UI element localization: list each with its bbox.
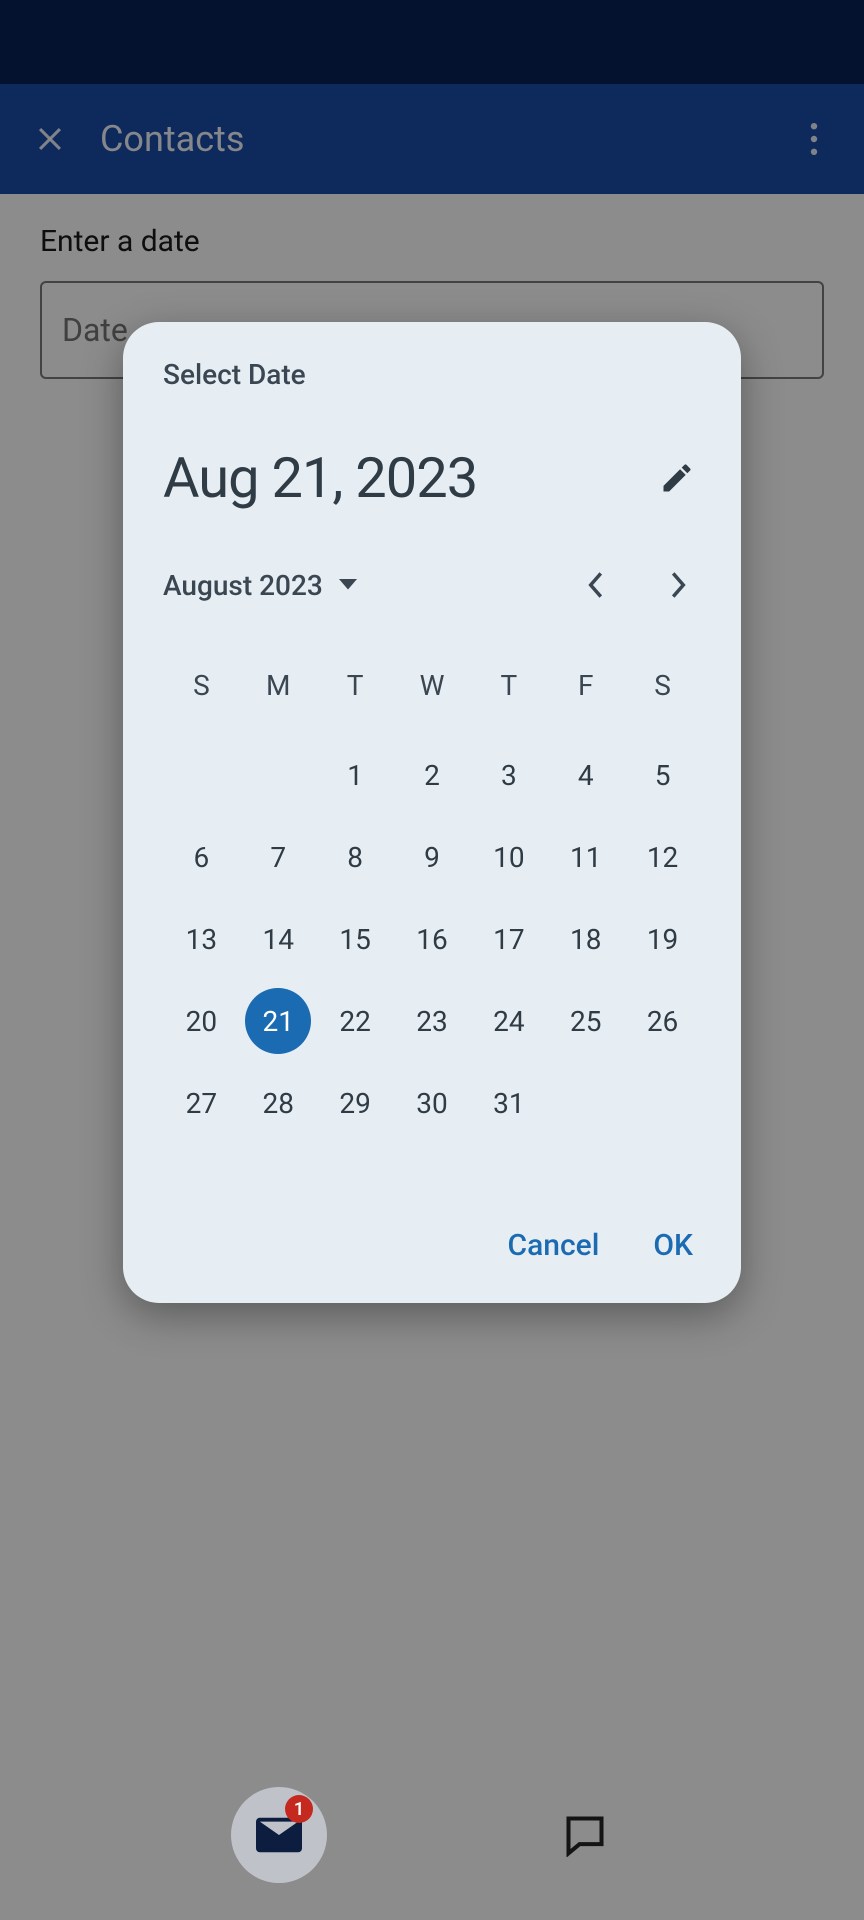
month-year-select[interactable]: August 2023 (163, 569, 357, 602)
calendar-day[interactable]: 29 (317, 1068, 394, 1138)
calendar-day[interactable]: 18 (547, 904, 624, 974)
calendar-day[interactable]: 15 (317, 904, 394, 974)
calendar-day[interactable]: 3 (470, 740, 547, 810)
weekday-label: S (624, 655, 701, 716)
mail-badge: 1 (285, 1795, 313, 1823)
calendar-day[interactable]: 22 (317, 986, 394, 1056)
chevron-down-icon (339, 579, 357, 591)
calendar-day[interactable]: 11 (547, 822, 624, 892)
calendar-day[interactable]: 27 (163, 1068, 240, 1138)
month-navigation-row: August 2023 (163, 563, 701, 607)
chat-icon (563, 1813, 607, 1857)
calendar-day[interactable]: 9 (394, 822, 471, 892)
weekday-header: SMTWTFS (163, 655, 701, 716)
calendar-empty-cell (240, 740, 317, 810)
dock: 1 (0, 1750, 864, 1920)
selected-date-display: Aug 21, 2023 (163, 445, 477, 511)
calendar-day[interactable]: 26 (624, 986, 701, 1056)
calendar-day[interactable]: 10 (470, 822, 547, 892)
calendar-day[interactable]: 7 (240, 822, 317, 892)
dialog-actions: Cancel OK (163, 1228, 701, 1273)
calendar-day[interactable]: 21 (240, 986, 317, 1056)
calendar-day[interactable]: 13 (163, 904, 240, 974)
selected-date-row: Aug 21, 2023 (163, 445, 701, 511)
next-month-button[interactable] (657, 563, 701, 607)
weekday-label: F (547, 655, 624, 716)
calendar-day[interactable]: 19 (624, 904, 701, 974)
calendar-day[interactable]: 4 (547, 740, 624, 810)
modal-overlay[interactable]: Select Date Aug 21, 2023 August 2023 SMT… (0, 0, 864, 1920)
month-year-label: August 2023 (163, 569, 323, 602)
chevron-right-icon (671, 572, 687, 598)
calendar-grid: 1234567891011121314151617181920212223242… (163, 740, 701, 1138)
calendar-day[interactable]: 23 (394, 986, 471, 1056)
cancel-button[interactable]: Cancel (508, 1228, 600, 1263)
edit-date-button[interactable] (653, 454, 701, 502)
calendar-day[interactable]: 30 (394, 1068, 471, 1138)
date-picker-dialog: Select Date Aug 21, 2023 August 2023 SMT… (123, 322, 741, 1303)
dock-chat-button[interactable] (537, 1787, 633, 1883)
weekday-label: T (470, 655, 547, 716)
calendar-day[interactable]: 20 (163, 986, 240, 1056)
calendar-day[interactable]: 14 (240, 904, 317, 974)
calendar-day[interactable]: 12 (624, 822, 701, 892)
weekday-label: S (163, 655, 240, 716)
calendar-day[interactable]: 1 (317, 740, 394, 810)
calendar-empty-cell (163, 740, 240, 810)
prev-month-button[interactable] (573, 563, 617, 607)
calendar-day[interactable]: 24 (470, 986, 547, 1056)
calendar-day[interactable]: 16 (394, 904, 471, 974)
dialog-title: Select Date (163, 358, 701, 391)
calendar-day[interactable]: 5 (624, 740, 701, 810)
month-nav-arrows (573, 563, 701, 607)
calendar-day[interactable]: 17 (470, 904, 547, 974)
weekday-label: T (317, 655, 394, 716)
dock-mail-button[interactable]: 1 (231, 1787, 327, 1883)
ok-button[interactable]: OK (653, 1228, 693, 1263)
calendar-day[interactable]: 31 (470, 1068, 547, 1138)
weekday-label: W (394, 655, 471, 716)
calendar-day[interactable]: 25 (547, 986, 624, 1056)
calendar-day[interactable]: 28 (240, 1068, 317, 1138)
calendar-day[interactable]: 2 (394, 740, 471, 810)
weekday-label: M (240, 655, 317, 716)
pencil-icon (659, 460, 695, 496)
calendar-day[interactable]: 8 (317, 822, 394, 892)
calendar-day[interactable]: 6 (163, 822, 240, 892)
chevron-left-icon (587, 572, 603, 598)
